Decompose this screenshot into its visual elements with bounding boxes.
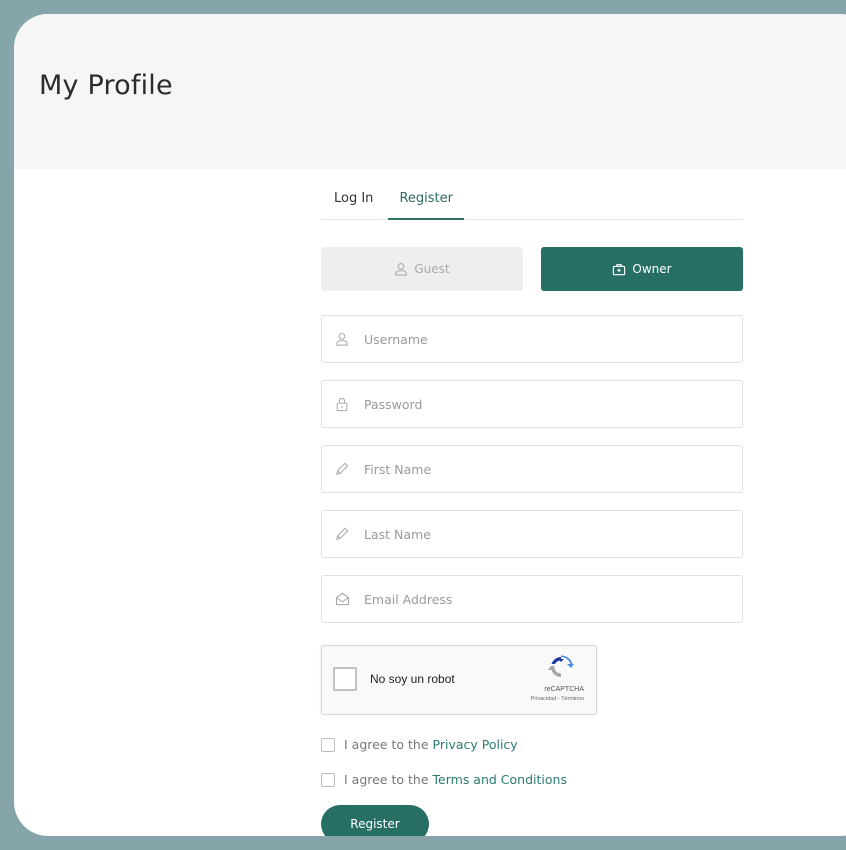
register-button[interactable]: Register [321, 805, 429, 836]
tab-label: Register [399, 191, 453, 206]
user-icon [394, 262, 408, 276]
recaptcha-brand: reCAPTCHA [544, 686, 584, 693]
guest-role-button[interactable]: Guest [321, 247, 523, 291]
last-name-field[interactable] [321, 510, 743, 558]
password-field[interactable] [321, 380, 743, 428]
user-icon [334, 331, 350, 347]
register-form: Log In Register Guest Owner Username Fir… [321, 169, 743, 836]
page-title: My Profile [39, 70, 173, 101]
email-field[interactable] [321, 575, 743, 623]
username-input[interactable] [364, 331, 742, 347]
guest-label: Guest [414, 262, 450, 276]
terms-checkbox[interactable] [321, 772, 335, 787]
terms-agreement: I agree to the Terms and Conditions [321, 772, 743, 787]
pencil-icon [334, 461, 350, 477]
first-name-input[interactable] [364, 461, 742, 477]
lock-icon [334, 396, 350, 412]
owner-role-button[interactable]: Owner [541, 247, 743, 291]
privacy-checkbox[interactable] [321, 737, 335, 752]
owner-label: Owner [632, 262, 672, 276]
card-header: My Profile [14, 14, 846, 169]
last-name-input[interactable] [364, 526, 742, 542]
first-name-field[interactable] [321, 445, 743, 493]
tab-label: Log In [334, 191, 374, 206]
privacy-prefix: I agree to the [344, 737, 429, 752]
tab-log-in[interactable]: Log In [321, 184, 386, 219]
username-field[interactable] [321, 315, 743, 363]
auth-tabs: Log In Register [321, 169, 743, 220]
role-selector: Guest Owner [321, 247, 743, 291]
recaptcha-checkbox[interactable] [333, 667, 357, 691]
recaptcha-links[interactable]: Privacidad - Términos [531, 696, 584, 702]
privacy-policy-link[interactable]: Privacy Policy [433, 737, 518, 752]
terms-link[interactable]: Terms and Conditions [433, 772, 567, 787]
password-input[interactable] [364, 396, 742, 412]
briefcase-icon [612, 263, 626, 276]
recaptcha-widget: No soy un robot reCAPTCHA Privacidad - T… [321, 645, 597, 715]
pencil-icon [334, 526, 350, 542]
email-input[interactable] [364, 591, 742, 607]
profile-card: My Profile Log In Register Guest Owner U… [14, 14, 846, 836]
tab-register[interactable]: Register [386, 184, 466, 220]
envelope-icon [334, 591, 350, 607]
recaptcha-label: No soy un robot [370, 672, 455, 686]
privacy-agreement: I agree to the Privacy Policy [321, 737, 743, 752]
terms-prefix: I agree to the [344, 772, 429, 787]
recaptcha-logo-icon [548, 654, 574, 680]
